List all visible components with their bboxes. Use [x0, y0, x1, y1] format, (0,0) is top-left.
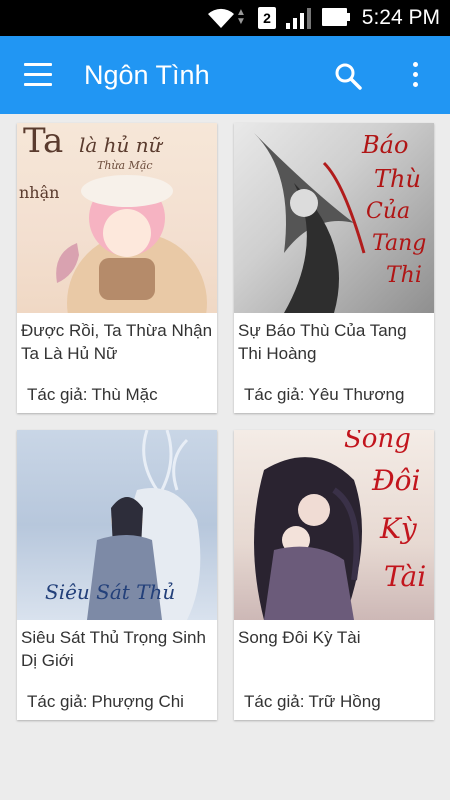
cover-title-text: Ta — [23, 123, 64, 161]
wifi-icon — [208, 8, 234, 28]
book-title: Siêu Sát Thủ Trọng Sinh Dị Giới — [21, 628, 206, 670]
cover-title-text: Kỳ — [380, 512, 417, 545]
hamburger-icon — [24, 63, 52, 66]
book-cover: Báo Thù Của Tang Thi — [234, 123, 434, 313]
author-name: Phượng Chi — [91, 692, 184, 711]
menu-button[interactable] — [22, 62, 54, 88]
search-button[interactable] — [334, 62, 362, 90]
search-icon — [335, 63, 362, 90]
book-title: Được Rồi, Ta Thừa Nhận Ta Là Hủ Nữ — [21, 321, 213, 363]
cover-title-text: Tài — [384, 560, 427, 593]
more-vert-icon — [413, 62, 418, 67]
cover-title-text: Báo — [362, 131, 409, 159]
cover-title-text: Của — [366, 199, 411, 224]
cover-title-text: Tang — [372, 231, 427, 256]
status-bar: ▲ ▼ 2 5:24 PM — [0, 0, 450, 36]
author-name: Trữ Hồng — [308, 692, 381, 711]
data-activity-icon: ▲ ▼ — [236, 7, 246, 27]
author-label: Tác giả: — [244, 692, 305, 711]
book-author: Tác giả: Phượng Chi — [27, 692, 184, 712]
author-label: Tác giả: — [27, 385, 88, 404]
sim-slot-badge: 2 — [258, 7, 276, 29]
book-author: Tác giả: Yêu Thương — [244, 385, 404, 405]
cover-title-text: Siêu Sát Thủ — [45, 580, 176, 604]
author-name: Yêu Thương — [308, 385, 405, 404]
cover-title-text: Thù — [374, 165, 421, 193]
more-options-button[interactable] — [406, 60, 424, 90]
book-card[interactable]: Báo Thù Của Tang Thi Sự Báo Thù Của Tang… — [234, 123, 434, 413]
clock: 5:24 PM — [361, 6, 440, 29]
author-label: Tác giả: — [244, 385, 305, 404]
battery-icon — [322, 8, 350, 26]
book-author: Tác giả: Thù Mặc — [27, 385, 158, 405]
book-title: Sự Báo Thù Của Tang Thi Hoàng — [238, 321, 407, 363]
book-cover: Siêu Sát Thủ — [17, 430, 217, 620]
cover-title-text: Song — [344, 430, 411, 454]
signal-icon — [286, 8, 311, 29]
book-card[interactable]: Song Đôi Kỳ Tài Song Đôi Kỳ Tài Tác giả:… — [234, 430, 434, 720]
book-cover: Song Đôi Kỳ Tài — [234, 430, 434, 620]
book-author: Tác giả: Trữ Hồng — [244, 692, 381, 712]
cover-author-text: Thừa Mặc — [97, 159, 153, 172]
book-cover: Ta là hủ nữ Thừa Mặc nhận — [17, 123, 217, 313]
cover-title-text: là hủ nữ — [79, 133, 162, 157]
book-title: Song Đôi Kỳ Tài — [238, 628, 361, 647]
author-label: Tác giả: — [27, 692, 88, 711]
author-name: Thù Mặc — [91, 385, 158, 404]
cover-title-text: Thi — [386, 263, 422, 288]
app-bar: Ngôn Tình — [0, 36, 450, 114]
book-card[interactable]: Ta là hủ nữ Thừa Mặc nhận Được Rồi, Ta T… — [17, 123, 217, 413]
page-title: Ngôn Tình — [84, 60, 210, 90]
cover-title-text: Đôi — [372, 464, 421, 497]
cover-title-text: nhận — [19, 183, 60, 202]
book-card[interactable]: Siêu Sát Thủ Siêu Sát Thủ Trọng Sinh Dị … — [17, 430, 217, 720]
